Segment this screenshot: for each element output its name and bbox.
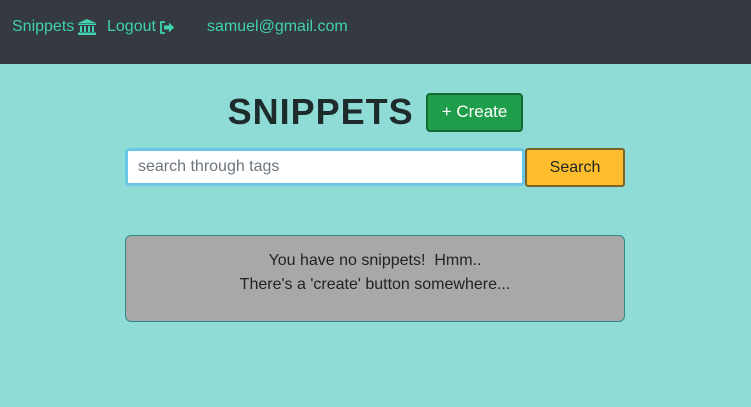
nav-snippets-link[interactable]: Snippets <box>12 18 97 36</box>
page-title: SNIPPETS <box>227 91 414 132</box>
bank-icon <box>78 19 97 35</box>
nav-logout-label: Logout <box>107 18 156 35</box>
empty-state-line-2: There's a 'create' button somewhere... <box>239 276 511 293</box>
create-button[interactable]: + Create <box>425 92 524 132</box>
user-email-link[interactable]: samuel@gmail.com <box>207 18 348 36</box>
user-email: samuel@gmail.com <box>207 18 348 35</box>
heading-row: SNIPPETS + Create <box>0 92 751 132</box>
empty-state-line-1: You have no snippets! Hmm.. <box>268 252 482 269</box>
nav-snippets-label: Snippets <box>12 18 75 35</box>
search-input[interactable] <box>125 148 525 186</box>
sign-out-icon <box>160 20 174 34</box>
empty-state-box: You have no snippets! Hmm.. There's a 'c… <box>125 235 625 322</box>
nav-logout-link[interactable]: Logout <box>107 18 174 36</box>
top-navbar: Snippets Logout samuel@gmail.com <box>0 0 751 64</box>
search-button[interactable]: Search <box>525 148 625 187</box>
